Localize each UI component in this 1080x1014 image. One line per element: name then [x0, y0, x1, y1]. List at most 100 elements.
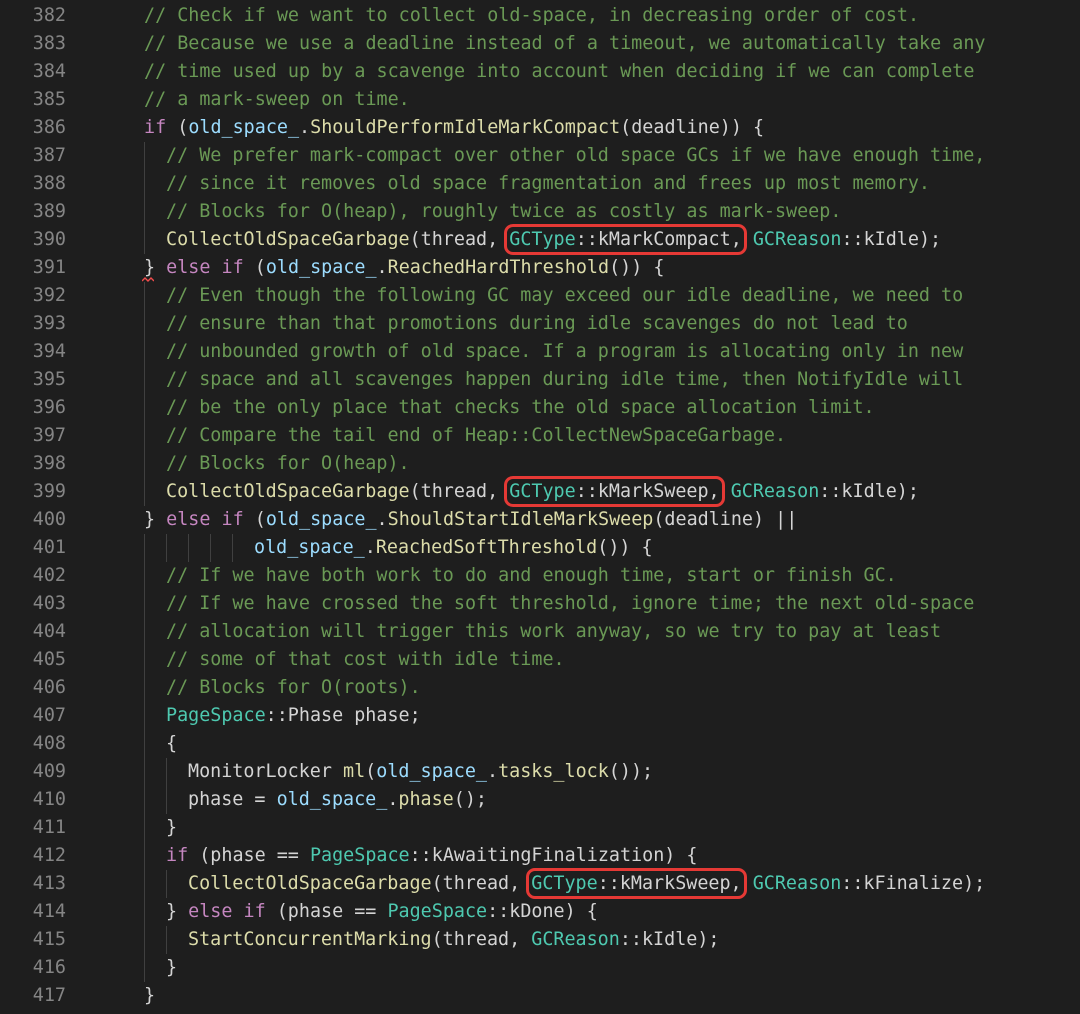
- code-line[interactable]: // allocation will trigger this work any…: [166, 618, 941, 646]
- code-line[interactable]: } else if (old_space_.ShouldStartIdleMar…: [144, 506, 797, 534]
- code-editor[interactable]: // Check if we want to collect old-space…: [0, 0, 1080, 1014]
- code-area[interactable]: // Check if we want to collect old-space…: [0, 0, 1080, 1014]
- token-comment: // Blocks for O(roots).: [166, 677, 421, 698]
- code-line[interactable]: // a mark-sweep on time.: [144, 86, 410, 114]
- indent-guide: [144, 142, 145, 170]
- indent-guide: [144, 310, 145, 338]
- token-keyword: else if: [155, 257, 244, 278]
- indent-guide: [144, 730, 145, 758]
- indent-guide: [166, 926, 167, 954]
- code-line[interactable]: }: [144, 982, 155, 1010]
- code-line[interactable]: CollectOldSpaceGarbage(thread, GCType::k…: [166, 224, 941, 255]
- code-line[interactable]: old_space_.ReachedSoftThreshold()) {: [254, 534, 653, 562]
- indent-guide: [144, 450, 145, 478]
- token-plain: }: [144, 985, 156, 1006]
- code-line[interactable]: // time used up by a scavenge into accou…: [144, 58, 974, 86]
- code-line[interactable]: phase = old_space_.phase();: [188, 786, 487, 814]
- code-line[interactable]: CollectOldSpaceGarbage(thread, GCType::k…: [166, 476, 919, 507]
- token-var: old_space_: [376, 761, 487, 782]
- code-line[interactable]: if (phase == PageSpace::kAwaitingFinaliz…: [166, 842, 697, 870]
- token-var: old_space_: [265, 257, 377, 278]
- token-plain: .: [299, 117, 311, 138]
- token-fn: ReachedSoftThreshold: [375, 537, 598, 558]
- code-line[interactable]: PageSpace::Phase phase;: [166, 702, 421, 730]
- code-line[interactable]: {: [166, 730, 177, 758]
- code-line[interactable]: // Compare the tail end of Heap::Collect…: [166, 422, 786, 450]
- code-line[interactable]: CollectOldSpaceGarbage(thread, GCType::k…: [188, 868, 985, 899]
- line-number: 403: [32, 593, 66, 614]
- token-var: old_space_: [254, 537, 365, 558]
- token-plain: (thread,: [431, 873, 532, 894]
- line-number: 412: [32, 845, 66, 866]
- token-plain: ::kIdle);: [819, 481, 919, 502]
- token-var: old_space_: [276, 789, 388, 810]
- line-number: 394: [32, 341, 66, 362]
- token-fn: CollectOldSpaceGarbage: [166, 481, 410, 502]
- token-fn: tasks_lock: [498, 761, 609, 782]
- line-number: 410: [32, 789, 66, 810]
- code-line[interactable]: StartConcurrentMarking(thread, GCReason:…: [188, 926, 719, 954]
- code-line[interactable]: // space and all scavenges happen during…: [166, 366, 963, 394]
- code-line[interactable]: // Because we use a deadline instead of …: [144, 30, 985, 58]
- code-line[interactable]: // unbounded growth of old space. If a p…: [166, 338, 963, 366]
- token-keyword: if: [144, 117, 167, 138]
- token-plain: (deadline) ||: [653, 509, 798, 530]
- token-plain: ::kMarkSweep,: [575, 481, 720, 502]
- code-line[interactable]: // Check if we want to collect old-space…: [144, 2, 919, 30]
- indent-guide: [232, 534, 233, 562]
- indent-guide: [166, 758, 167, 786]
- token-plain: }: [166, 957, 178, 978]
- token-var: old_space_: [265, 509, 377, 530]
- code-line[interactable]: if (old_space_.ShouldPerformIdleMarkComp…: [144, 114, 764, 142]
- code-line[interactable]: // be the only place that checks the old…: [166, 394, 875, 422]
- code-line[interactable]: // Blocks for O(heap).: [166, 450, 410, 478]
- token-plain: (thread,: [409, 229, 510, 250]
- indent-guide: [144, 674, 145, 702]
- token-type: GCType: [509, 229, 576, 250]
- highlight-box: GCType::kMarkSweep,: [504, 476, 725, 507]
- code-line[interactable]: } else if (phase == PageSpace::kDone) {: [166, 898, 598, 926]
- line-number: 409: [32, 761, 66, 782]
- token-plain: phase =: [188, 789, 277, 810]
- code-line[interactable]: // Blocks for O(roots).: [166, 674, 421, 702]
- indent-guide: [144, 282, 145, 310]
- code-line[interactable]: }: [166, 954, 177, 982]
- token-plain: .: [387, 789, 399, 810]
- token-comment: // Compare the tail end of Heap::Collect…: [166, 425, 787, 446]
- token-plain: (thread,: [409, 481, 510, 502]
- code-line[interactable]: } else if (old_space_.ReachedHardThresho…: [144, 254, 664, 282]
- code-line[interactable]: }: [166, 814, 177, 842]
- token-comment: // We prefer mark-compact over other old…: [166, 145, 986, 166]
- token-plain: ::kAwaitingFinalization) {: [409, 845, 698, 866]
- token-fn: CollectOldSpaceGarbage: [166, 229, 410, 250]
- token-type: PageSpace: [387, 901, 488, 922]
- line-number: 404: [32, 621, 66, 642]
- token-type: GCReason: [752, 873, 842, 894]
- token-plain: (: [243, 257, 266, 278]
- token-fn: ShouldStartIdleMarkSweep: [387, 509, 654, 530]
- code-line[interactable]: // If we have both work to do and enough…: [166, 562, 897, 590]
- line-number: 386: [32, 117, 66, 138]
- line-number: 392: [32, 285, 66, 306]
- token-keyword: if: [166, 845, 189, 866]
- line-number: 397: [32, 425, 66, 446]
- indent-guide: [166, 786, 167, 814]
- line-number: 398: [32, 453, 66, 474]
- line-number: 416: [32, 957, 66, 978]
- code-line[interactable]: // since it removes old space fragmentat…: [166, 170, 930, 198]
- indent-guide: [144, 646, 145, 674]
- indent-guide: [144, 870, 145, 898]
- code-line[interactable]: // ensure than that promotions during id…: [166, 310, 908, 338]
- code-line[interactable]: // some of that cost with idle time.: [166, 646, 565, 674]
- code-line[interactable]: // We prefer mark-compact over other old…: [166, 142, 985, 170]
- token-plain: (phase ==: [188, 845, 310, 866]
- code-line[interactable]: // If we have crossed the soft threshold…: [166, 590, 974, 618]
- indent-guide: [210, 534, 211, 562]
- token-type: GCReason: [730, 481, 820, 502]
- indent-guide: [144, 226, 145, 254]
- indent-guide: [166, 870, 167, 898]
- code-line[interactable]: // Even though the following GC may exce…: [166, 282, 963, 310]
- code-line[interactable]: MonitorLocker ml(old_space_.tasks_lock()…: [188, 758, 653, 786]
- error-squiggle: [142, 277, 154, 282]
- code-line[interactable]: // Blocks for O(heap), roughly twice as …: [166, 198, 841, 226]
